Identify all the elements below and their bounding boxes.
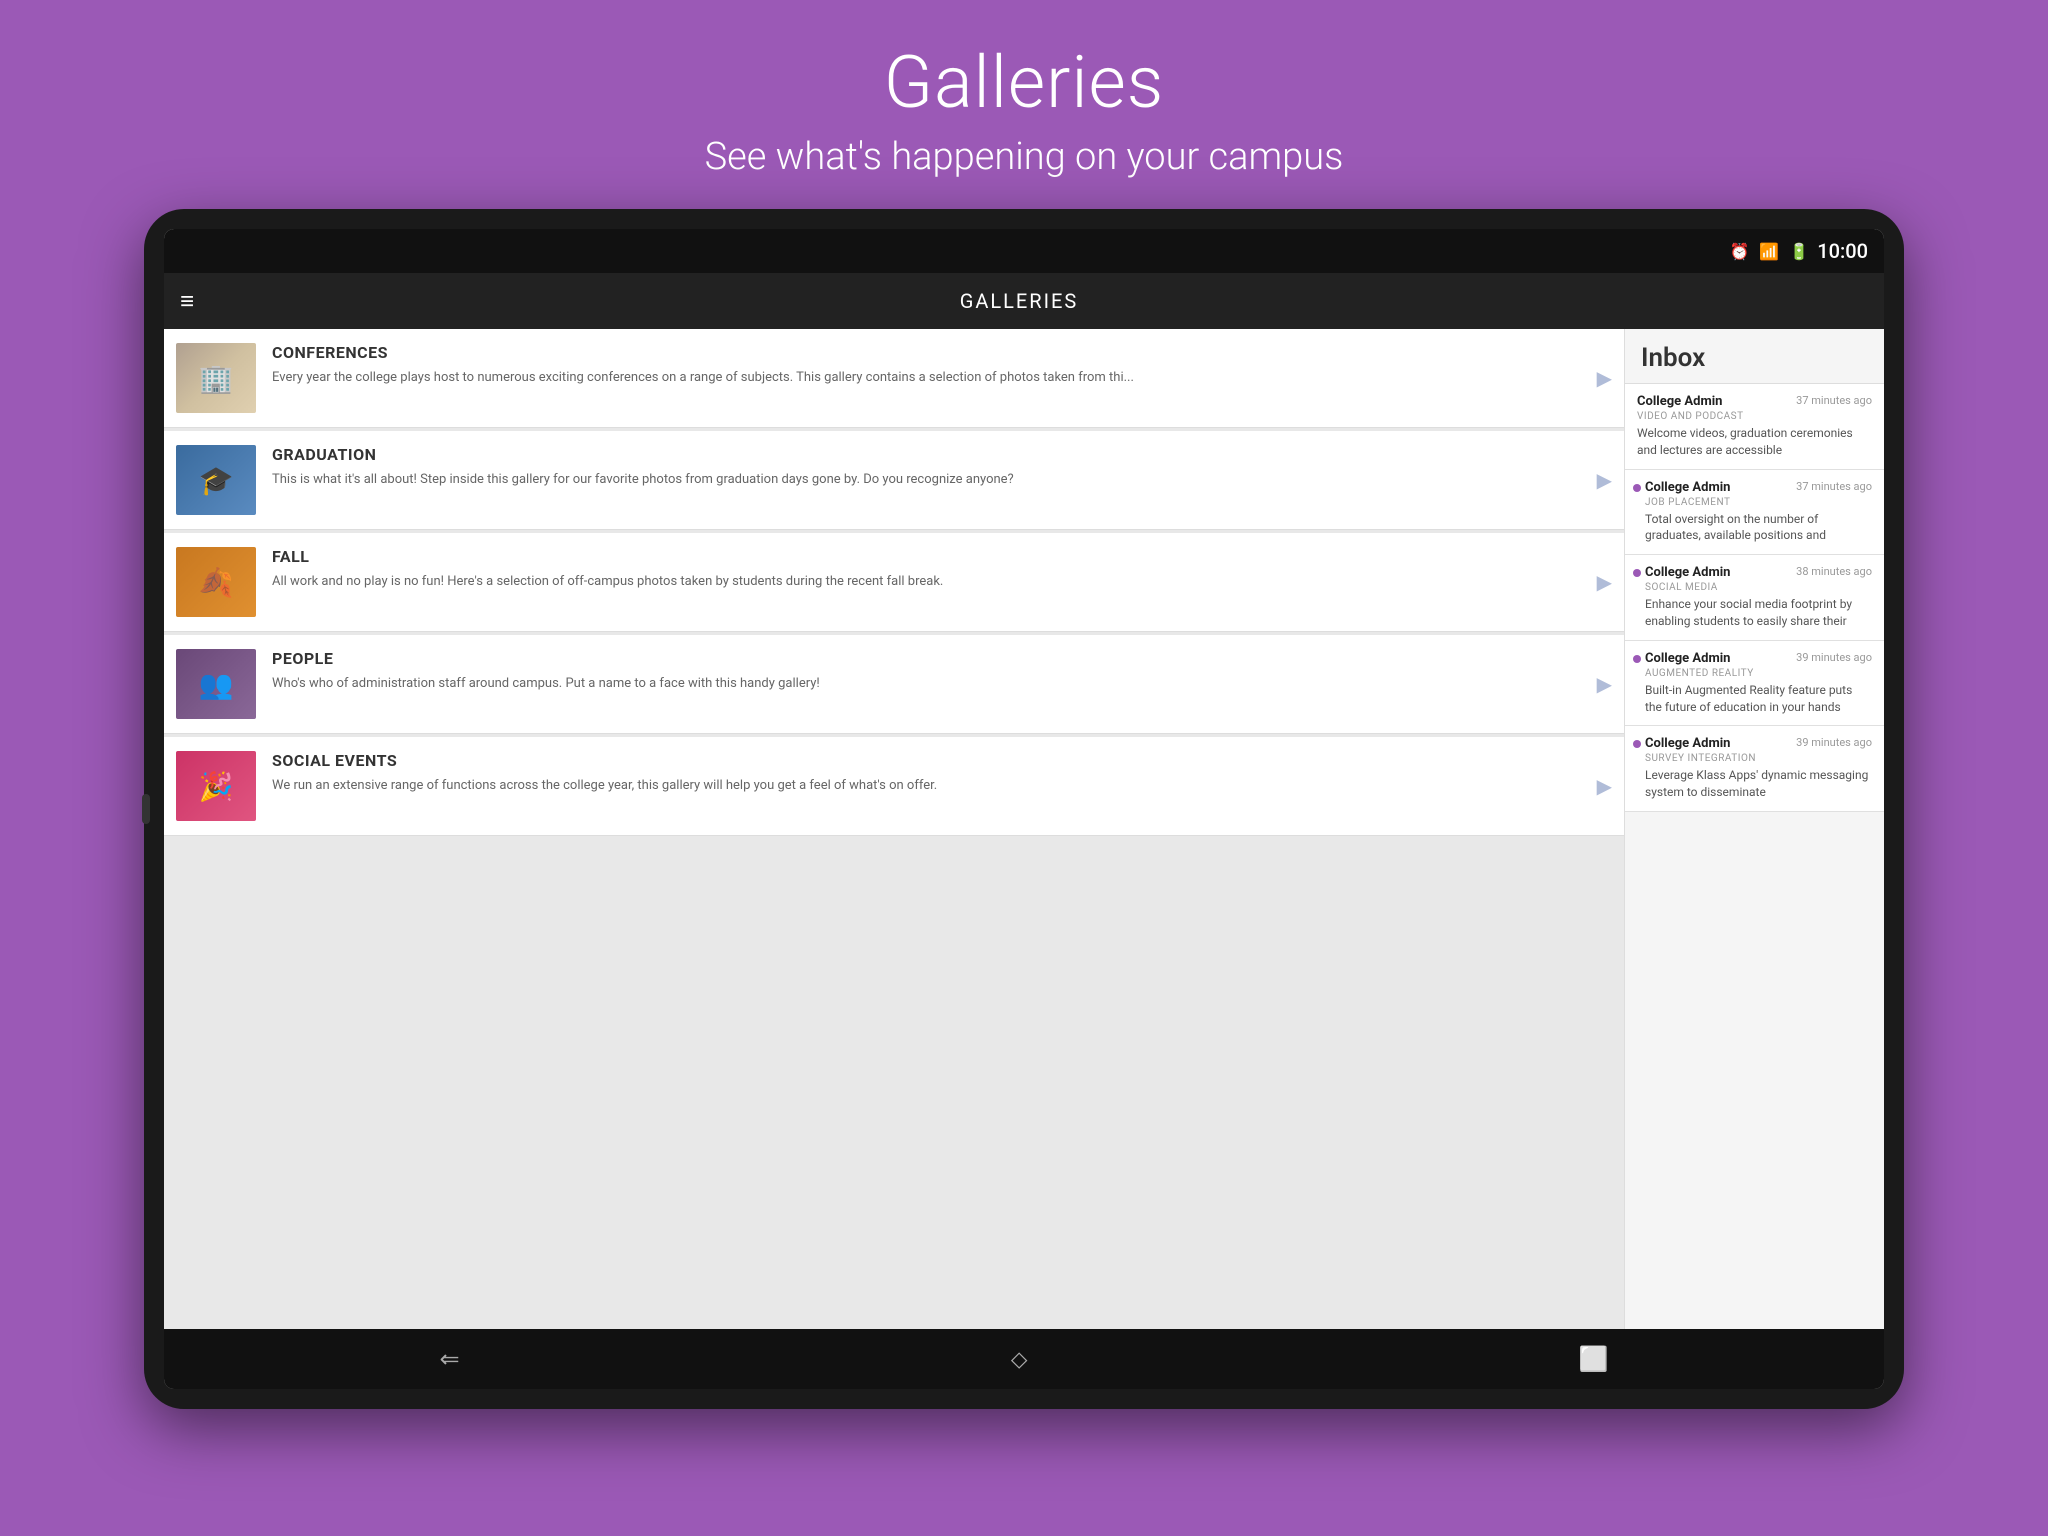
gallery-info-people: PEOPLE Who's who of administration staff …: [272, 649, 1612, 694]
inbox-messages: College Admin 37 minutes ago VIDEO AND POD…: [1625, 384, 1884, 1329]
chevron-right-icon-conferences: ▶: [1597, 366, 1612, 390]
gallery-list: 🏢 CONFERENCES Every year the college plays…: [164, 329, 1624, 1329]
gallery-info-graduation: GRADUATION This is what it's all about! S…: [272, 445, 1612, 490]
msg-sender-1: College Admin: [1645, 480, 1730, 495]
back-button[interactable]: ⇐: [410, 1335, 490, 1383]
inbox-header: Inbox: [1625, 329, 1884, 384]
msg-preview-0: Welcome videos, graduation ceremonies an…: [1637, 425, 1872, 459]
msg-preview-2: Enhance your social media footprint by e…: [1645, 596, 1872, 630]
msg-top-2: College Admin 38 minutes ago: [1645, 565, 1872, 580]
tablet-screen: ⏰ 📶 🔋 10:00 ≡ GALLERIES 🏢 CONFERENCES Ever…: [164, 229, 1884, 1389]
content-area: 🏢 CONFERENCES Every year the college plays…: [164, 329, 1884, 1329]
status-time: 10:00: [1817, 239, 1868, 263]
gallery-desc-social-events: We run an extensive range of functions a…: [272, 776, 1612, 796]
gallery-item-graduation[interactable]: 🎓 GRADUATION This is what it's all about! …: [164, 431, 1624, 530]
msg-top-4: College Admin 39 minutes ago: [1645, 736, 1872, 751]
tablet-device: ⏰ 📶 🔋 10:00 ≡ GALLERIES 🏢 CONFERENCES Ever…: [144, 209, 1904, 1409]
inbox-message-4[interactable]: College Admin 39 minutes ago SURVEY INTEGR…: [1625, 726, 1884, 812]
msg-top-0: College Admin 37 minutes ago: [1637, 394, 1872, 409]
msg-time-4: 39 minutes ago: [1796, 736, 1872, 749]
home-button[interactable]: ⬦: [981, 1335, 1058, 1383]
msg-preview-4: Leverage Klass Apps' dynamic messaging s…: [1645, 767, 1872, 801]
gallery-item-social-events[interactable]: 🎉 SOCIAL EVENTS We run an extensive range …: [164, 737, 1624, 836]
gallery-info-social-events: SOCIAL EVENTS We run an extensive range o…: [272, 751, 1612, 796]
msg-top-1: College Admin 37 minutes ago: [1645, 480, 1872, 495]
gallery-item-people[interactable]: 👥 PEOPLE Who's who of administration staff…: [164, 635, 1624, 734]
gallery-thumbnail-conferences: 🏢: [176, 343, 256, 413]
msg-preview-3: Built-in Augmented Reality feature puts …: [1645, 682, 1872, 716]
page-subtitle: See what's happening on your campus: [705, 135, 1344, 179]
msg-time-0: 37 minutes ago: [1796, 394, 1872, 407]
unread-dot-icon: [1633, 655, 1641, 663]
gallery-thumbnail-social-events: 🎉: [176, 751, 256, 821]
gallery-name-social-events: SOCIAL EVENTS: [272, 751, 1612, 770]
gallery-thumbnail-people: 👥: [176, 649, 256, 719]
msg-time-1: 37 minutes ago: [1796, 480, 1872, 493]
battery-icon: 🔋: [1789, 242, 1809, 261]
gallery-name-people: PEOPLE: [272, 649, 1612, 668]
page-header: Galleries See what's happening on your c…: [705, 0, 1344, 209]
msg-time-3: 39 minutes ago: [1796, 651, 1872, 664]
hamburger-menu-icon[interactable]: ≡: [180, 287, 194, 316]
status-icons: ⏰ 📶 🔋: [1729, 242, 1809, 261]
alarm-icon: ⏰: [1729, 242, 1749, 261]
msg-sender-4: College Admin: [1645, 736, 1730, 751]
inbox-message-3[interactable]: College Admin 39 minutes ago AUGMENTED REA…: [1625, 641, 1884, 727]
chevron-right-icon-people: ▶: [1597, 672, 1612, 696]
gallery-desc-people: Who's who of administration staff around…: [272, 674, 1612, 694]
wifi-icon: 📶: [1759, 242, 1779, 261]
msg-top-3: College Admin 39 minutes ago: [1645, 651, 1872, 666]
msg-preview-1: Total oversight on the number of graduat…: [1645, 511, 1872, 545]
msg-category-0: VIDEO AND PODCAST: [1637, 411, 1872, 422]
inbox-panel: Inbox College Admin 37 minutes ago VIDEO A…: [1624, 329, 1884, 1329]
gallery-info-conferences: CONFERENCES Every year the college plays …: [272, 343, 1612, 388]
recents-button[interactable]: ⬜: [1549, 1335, 1639, 1383]
msg-sender-0: College Admin: [1637, 394, 1722, 409]
msg-sender-3: College Admin: [1645, 651, 1730, 666]
gallery-item-conferences[interactable]: 🏢 CONFERENCES Every year the college plays…: [164, 329, 1624, 428]
msg-sender-2: College Admin: [1645, 565, 1730, 580]
gallery-thumbnail-graduation: 🎓: [176, 445, 256, 515]
gallery-name-graduation: GRADUATION: [272, 445, 1612, 464]
gallery-name-conferences: CONFERENCES: [272, 343, 1612, 362]
chevron-right-icon-fall: ▶: [1597, 570, 1612, 594]
inbox-message-0[interactable]: College Admin 37 minutes ago VIDEO AND POD…: [1625, 384, 1884, 470]
msg-category-4: SURVEY INTEGRATION: [1645, 753, 1872, 764]
app-bar: ≡ GALLERIES: [164, 273, 1884, 329]
msg-time-2: 38 minutes ago: [1796, 565, 1872, 578]
msg-category-2: SOCIAL MEDIA: [1645, 582, 1872, 593]
gallery-desc-fall: All work and no play is no fun! Here's a…: [272, 572, 1612, 592]
inbox-message-2[interactable]: College Admin 38 minutes ago SOCIAL MEDIA E…: [1625, 555, 1884, 641]
unread-dot-icon: [1633, 484, 1641, 492]
unread-dot-icon: [1633, 569, 1641, 577]
gallery-desc-conferences: Every year the college plays host to num…: [272, 368, 1612, 388]
nav-bar: ⇐ ⬦ ⬜: [164, 1329, 1884, 1389]
unread-dot-icon: [1633, 740, 1641, 748]
chevron-right-icon-graduation: ▶: [1597, 468, 1612, 492]
msg-category-1: JOB PLACEMENT: [1645, 497, 1872, 508]
app-bar-title: GALLERIES: [214, 289, 1824, 313]
gallery-name-fall: FALL: [272, 547, 1612, 566]
status-bar: ⏰ 📶 🔋 10:00: [164, 229, 1884, 273]
page-title: Galleries: [705, 40, 1344, 125]
gallery-item-fall[interactable]: 🍂 FALL All work and no play is no fun! Her…: [164, 533, 1624, 632]
gallery-desc-graduation: This is what it's all about! Step inside…: [272, 470, 1612, 490]
msg-category-3: AUGMENTED REALITY: [1645, 668, 1872, 679]
inbox-message-1[interactable]: College Admin 37 minutes ago JOB PLACEMENT…: [1625, 470, 1884, 556]
gallery-thumbnail-fall: 🍂: [176, 547, 256, 617]
chevron-right-icon-social-events: ▶: [1597, 774, 1612, 798]
gallery-info-fall: FALL All work and no play is no fun! Here…: [272, 547, 1612, 592]
